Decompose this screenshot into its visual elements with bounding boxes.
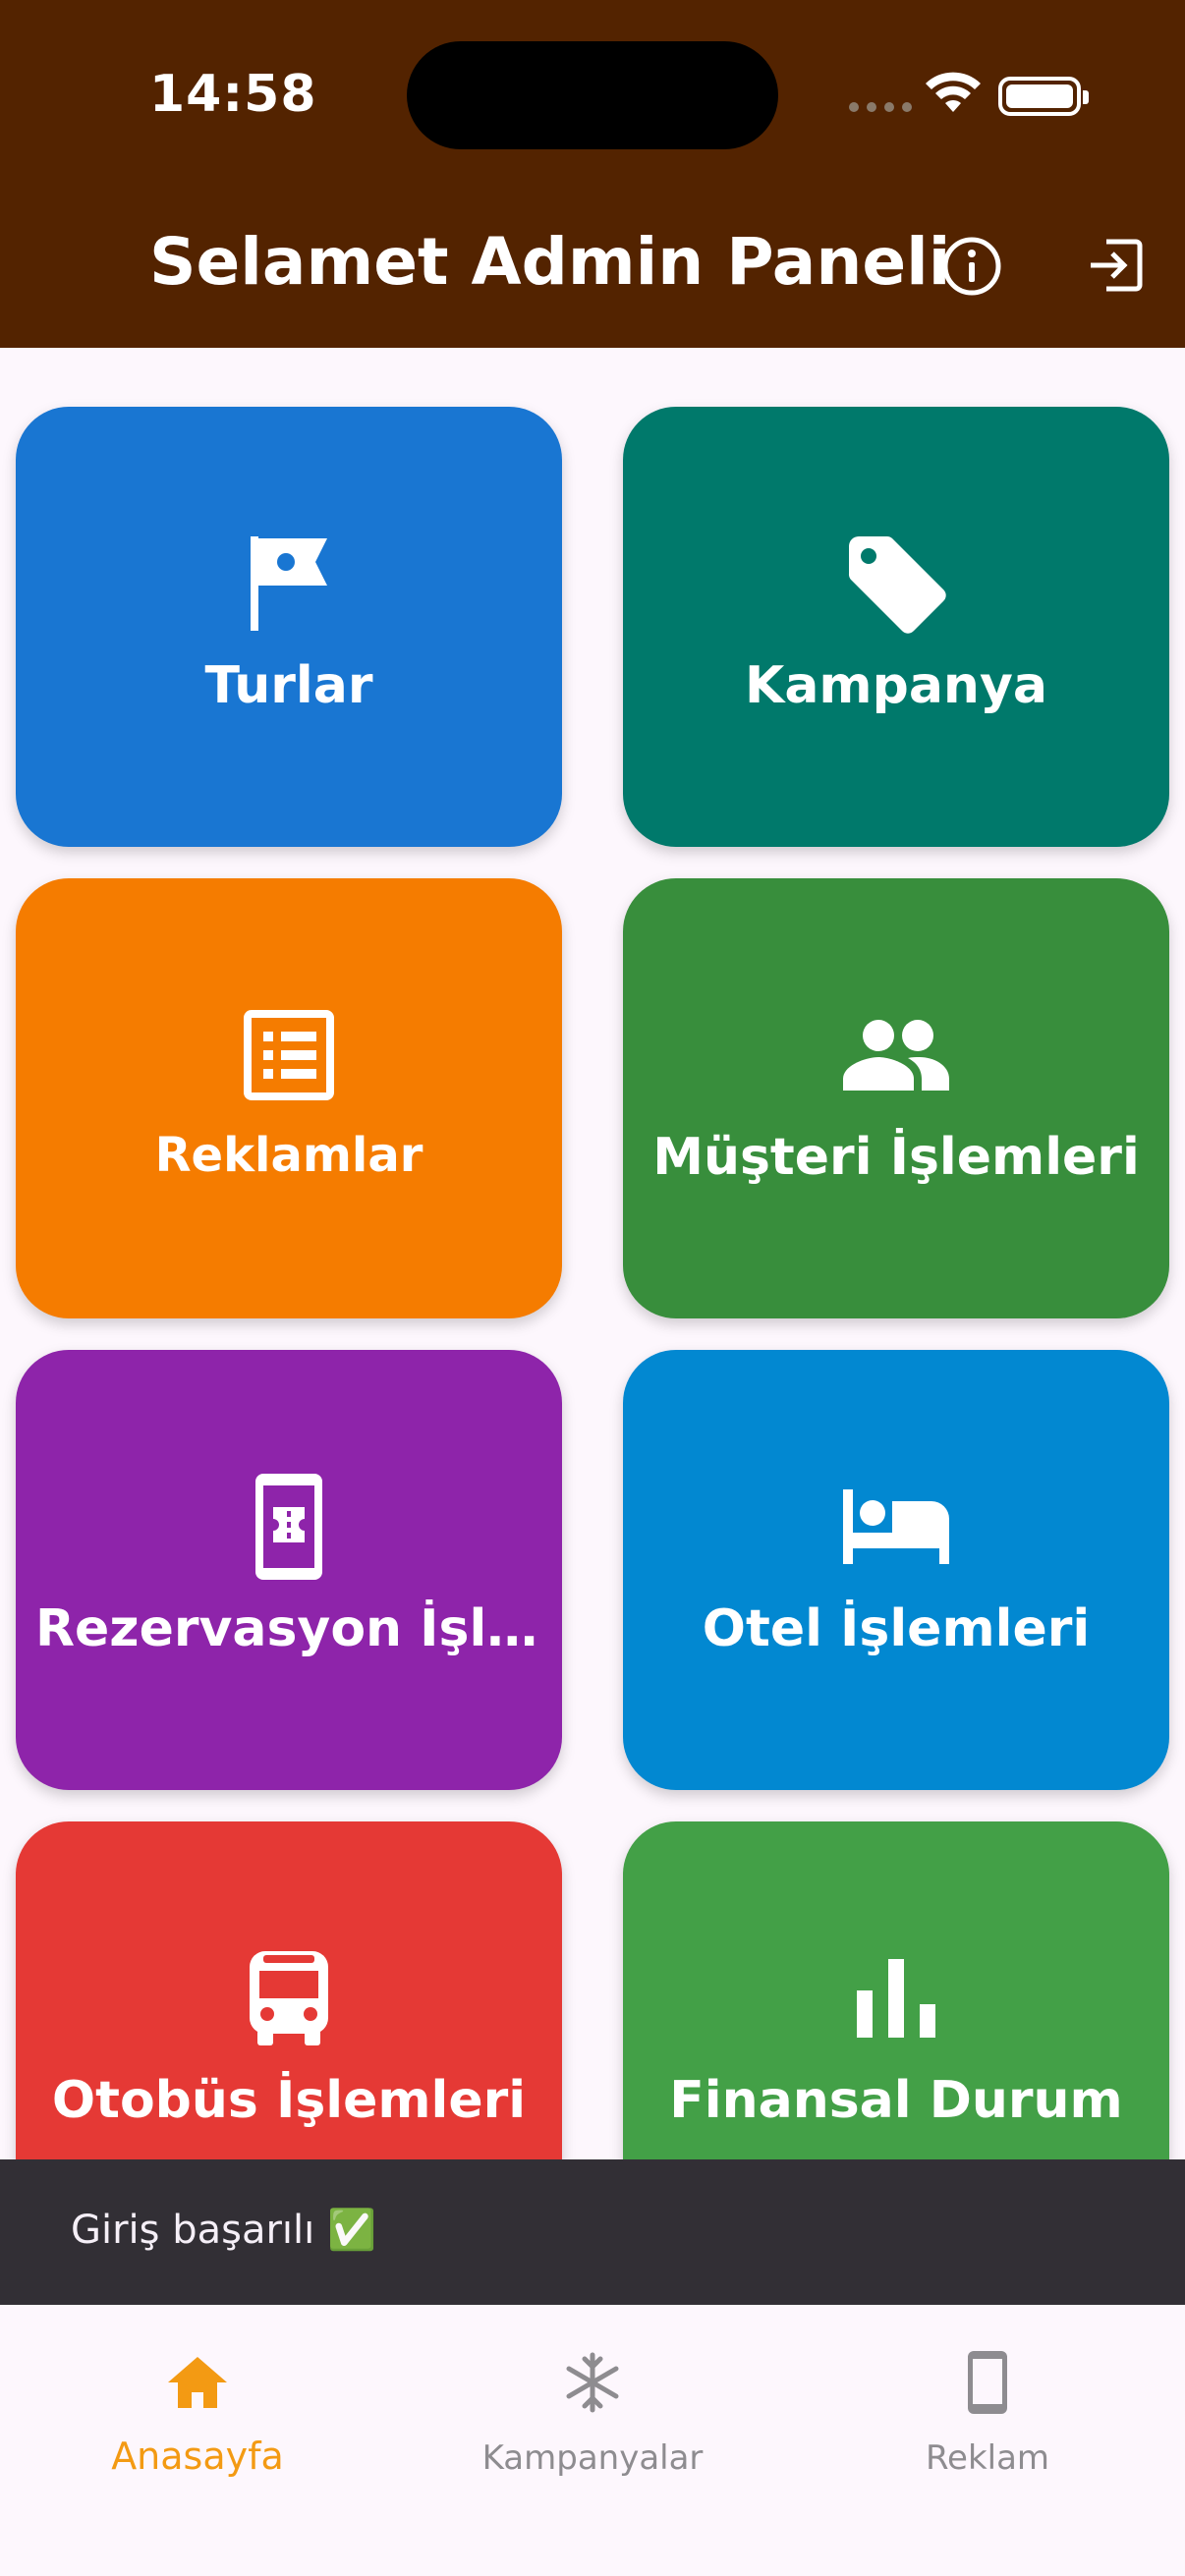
snowflake-icon bbox=[558, 2348, 627, 2417]
tile-label: Turlar bbox=[204, 656, 373, 715]
wifi-icon bbox=[926, 72, 981, 112]
tag-icon bbox=[837, 525, 955, 643]
nav-item-reklam[interactable]: Reklam bbox=[790, 2328, 1185, 2478]
nav-label: Anasayfa bbox=[111, 2435, 284, 2478]
tile-turlar[interactable]: Turlar bbox=[16, 407, 562, 847]
tile-rezervasyon-islemleri[interactable]: Rezervasyon İşlemleri bbox=[16, 1350, 562, 1790]
status-time: 14:58 bbox=[149, 65, 317, 124]
app-header: 14:58 Selamet Admin Paneli bbox=[0, 0, 1185, 348]
dynamic-island bbox=[407, 41, 778, 149]
tile-label: Otel İşlemleri bbox=[702, 1599, 1091, 1658]
bus-icon bbox=[230, 1939, 348, 2057]
info-icon[interactable] bbox=[941, 236, 1002, 297]
nav-label: Kampanyalar bbox=[481, 2438, 704, 2478]
nav-item-anasayfa[interactable]: Anasayfa bbox=[0, 2328, 395, 2478]
snackbar: Giriş başarılı ✅ bbox=[0, 2159, 1185, 2305]
tile-label: Rezervasyon İşlemleri bbox=[35, 1599, 542, 1658]
signal-icon bbox=[849, 102, 912, 112]
home-icon bbox=[163, 2348, 232, 2417]
tile-label: Müşteri İşlemleri bbox=[652, 1128, 1140, 1187]
tile-otobus-islemleri[interactable]: Otobüs İşlemleri bbox=[16, 1821, 562, 2159]
tile-finansal-durum[interactable]: Finansal Durum bbox=[623, 1821, 1169, 2159]
tile-label: Reklamlar bbox=[154, 1128, 423, 1183]
nav-label: Reklam bbox=[925, 2438, 1050, 2478]
tile-label: Otobüs İşlemleri bbox=[51, 2071, 527, 2130]
tile-label: Finansal Durum bbox=[669, 2071, 1123, 2130]
tile-reklamlar[interactable]: Reklamlar bbox=[16, 878, 562, 1318]
page-title: Selamet Admin Paneli bbox=[149, 224, 951, 300]
tile-musteri-islemleri[interactable]: Müşteri İşlemleri bbox=[623, 878, 1169, 1318]
people-icon bbox=[837, 996, 955, 1114]
tile-kampanya[interactable]: Kampanya bbox=[623, 407, 1169, 847]
ticket-phone-icon bbox=[230, 1468, 348, 1586]
snackbar-message: Giriş başarılı ✅ bbox=[71, 2208, 376, 2253]
phone-icon bbox=[953, 2348, 1022, 2417]
logout-icon[interactable] bbox=[1085, 236, 1144, 295]
bar-chart-icon bbox=[837, 1939, 955, 2057]
menu-grid: Turlar Kampanya Reklamlar Müşteri İşleml… bbox=[0, 348, 1185, 2159]
list-alt-icon bbox=[230, 996, 348, 1114]
flag-icon bbox=[230, 525, 348, 643]
bed-icon bbox=[837, 1468, 955, 1586]
battery-icon bbox=[998, 77, 1089, 116]
nav-item-kampanyalar[interactable]: Kampanyalar bbox=[395, 2328, 790, 2478]
tile-otel-islemleri[interactable]: Otel İşlemleri bbox=[623, 1350, 1169, 1790]
bottom-navigation: Anasayfa Kampanyalar Reklam bbox=[0, 2305, 1185, 2576]
tile-label: Kampanya bbox=[745, 656, 1047, 715]
